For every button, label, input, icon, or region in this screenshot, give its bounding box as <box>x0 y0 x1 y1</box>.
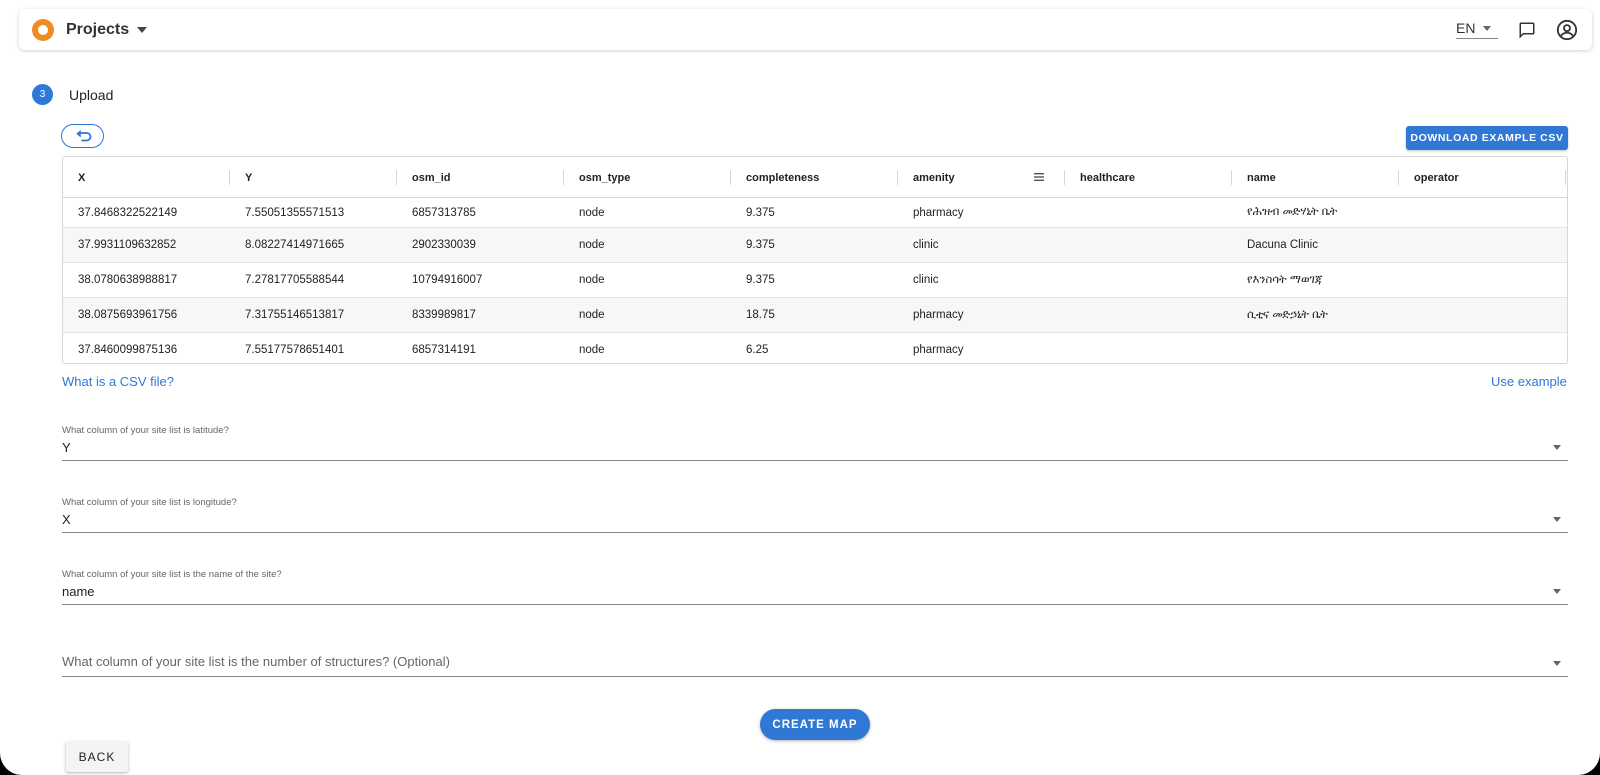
create-map-button[interactable]: CREATE MAP <box>760 709 870 740</box>
chevron-down-icon <box>1553 589 1561 594</box>
language-select[interactable]: EN <box>1456 20 1498 39</box>
table-cell: 10794916007 <box>412 274 483 286</box>
undo-icon <box>75 130 91 142</box>
column-header-x[interactable]: X <box>63 157 230 198</box>
table-cell <box>1065 298 1232 332</box>
table-cell: ሲቲና መድኃኒት ቤት <box>1247 308 1328 321</box>
table-cell <box>1399 333 1566 363</box>
projects-menu-label[interactable]: Projects <box>66 21 129 39</box>
table-cell: 38.0875693961756 <box>78 309 178 321</box>
table-cell: 37.8460099875136 <box>78 344 178 356</box>
table-cell: clinic <box>913 239 939 251</box>
back-button[interactable]: BACK <box>66 742 128 772</box>
use-example-link[interactable]: Use example <box>1491 374 1567 389</box>
table-body: 37.8468322522149 7.55051355571513 68573137… <box>63 198 1567 363</box>
download-example-csv-button[interactable]: DOWNLOAD EXAMPLE CSV <box>1406 126 1568 150</box>
table-cell: node <box>579 309 605 321</box>
table-header: X Y osm_id osm_type completeness amenity… <box>63 157 1567 198</box>
table-cell: 9.375 <box>746 274 775 286</box>
latitude-select-value: Y <box>62 440 71 455</box>
step-indicator: 3 Upload <box>32 84 113 105</box>
latitude-select-label: What column of your site list is latitud… <box>62 425 229 436</box>
table-cell: node <box>579 206 605 219</box>
table-cell: node <box>579 274 605 286</box>
table-cell: 6857313785 <box>412 206 476 219</box>
table-cell: pharmacy <box>913 309 964 321</box>
what-is-csv-link[interactable]: What is a CSV file? <box>62 374 174 389</box>
csv-preview-table: X Y osm_id osm_type completeness amenity… <box>62 156 1568 364</box>
chevron-down-icon <box>1553 517 1561 522</box>
longitude-select[interactable]: What column of your site list is longitu… <box>62 497 1568 533</box>
table-cell: 2902330039 <box>412 239 476 251</box>
table-cell <box>1399 198 1566 227</box>
column-header-completeness[interactable]: completeness <box>731 157 898 198</box>
chevron-down-icon[interactable] <box>137 26 148 33</box>
table-cell <box>1065 198 1232 227</box>
table-cell: 9.375 <box>746 206 775 219</box>
table-row[interactable]: 37.8460099875136 7.55177578651401 68573141… <box>63 333 1567 363</box>
table-cell <box>1399 228 1566 262</box>
table-cell: 18.75 <box>746 309 775 321</box>
undo-button[interactable] <box>61 124 104 148</box>
table-cell: 37.9931109632852 <box>78 239 177 251</box>
table-cell <box>1065 228 1232 262</box>
column-header-operator[interactable]: operator <box>1399 157 1566 198</box>
latitude-select[interactable]: What column of your site list is latitud… <box>62 425 1568 461</box>
app-window: Projects EN 3 Upload DOWNLOAD EXAMPLE CS… <box>0 0 1600 775</box>
logo-icon[interactable] <box>32 18 54 41</box>
table-cell: 8.08227414971665 <box>245 239 345 251</box>
table-cell: 9.375 <box>746 239 775 251</box>
table-cell: node <box>579 239 605 251</box>
longitude-select-label: What column of your site list is longitu… <box>62 497 237 508</box>
table-cell: 38.0780638988817 <box>78 274 178 286</box>
chevron-down-icon <box>1553 661 1561 666</box>
table-row[interactable]: 38.0875693961756 7.31755146513817 83399898… <box>63 298 1567 333</box>
table-cell: 6857314191 <box>412 344 476 356</box>
column-header-amenity[interactable]: amenity <box>898 157 1065 198</box>
step-number: 3 <box>32 84 53 105</box>
table-cell: Dacuna Clinic <box>1247 239 1318 251</box>
table-cell: 7.27817705588544 <box>245 274 345 286</box>
chevron-down-icon <box>1553 445 1561 450</box>
step-label: Upload <box>69 86 114 103</box>
top-app-bar: Projects EN <box>19 9 1592 50</box>
chat-icon[interactable] <box>1516 19 1538 41</box>
chevron-down-icon <box>1483 25 1492 31</box>
table-cell <box>1399 263 1566 297</box>
table-cell: pharmacy <box>913 344 964 356</box>
structures-select-placeholder: What column of your site list is the num… <box>62 654 450 669</box>
table-row[interactable]: 37.9931109632852 8.08227414971665 29023300… <box>63 228 1567 263</box>
column-header-osm-type[interactable]: osm_type <box>564 157 731 198</box>
table-cell <box>1065 263 1232 297</box>
column-header-name[interactable]: name <box>1232 157 1399 198</box>
site-name-select-label: What column of your site list is the nam… <box>62 569 282 580</box>
table-cell: 6.25 <box>746 344 769 356</box>
longitude-select-value: X <box>62 512 71 527</box>
table-cell: 7.31755146513817 <box>245 309 345 321</box>
table-cell: 8339989817 <box>412 309 476 321</box>
table-cell: የእንስሳት ማወገጃ <box>1247 273 1323 286</box>
table-cell: clinic <box>913 274 939 286</box>
table-cell: 37.8468322522149 <box>78 206 178 219</box>
site-name-select-value: name <box>62 584 95 599</box>
table-row[interactable]: 38.0780638988817 7.27817705588544 10794916… <box>63 263 1567 298</box>
column-menu-icon[interactable] <box>1033 171 1045 183</box>
table-cell <box>1065 333 1232 363</box>
table-cell: 7.55177578651401 <box>245 344 345 356</box>
site-name-select[interactable]: What column of your site list is the nam… <box>62 569 1568 605</box>
table-cell <box>1232 333 1399 363</box>
table-cell <box>1399 298 1566 332</box>
table-cell: 7.55051355571513 <box>245 206 345 219</box>
column-header-y[interactable]: Y <box>230 157 397 198</box>
table-row[interactable]: 37.8468322522149 7.55051355571513 68573137… <box>63 198 1567 228</box>
column-header-osm-id[interactable]: osm_id <box>397 157 564 198</box>
table-cell: node <box>579 344 605 356</box>
table-cell: pharmacy <box>913 206 964 219</box>
account-icon[interactable] <box>1556 19 1578 41</box>
column-header-healthcare[interactable]: healthcare <box>1065 157 1232 198</box>
structures-select[interactable]: What column of your site list is the num… <box>62 654 1568 677</box>
language-value: EN <box>1456 20 1476 36</box>
table-cell: የሕዝብ መድሃኒት ቤት <box>1247 206 1338 218</box>
